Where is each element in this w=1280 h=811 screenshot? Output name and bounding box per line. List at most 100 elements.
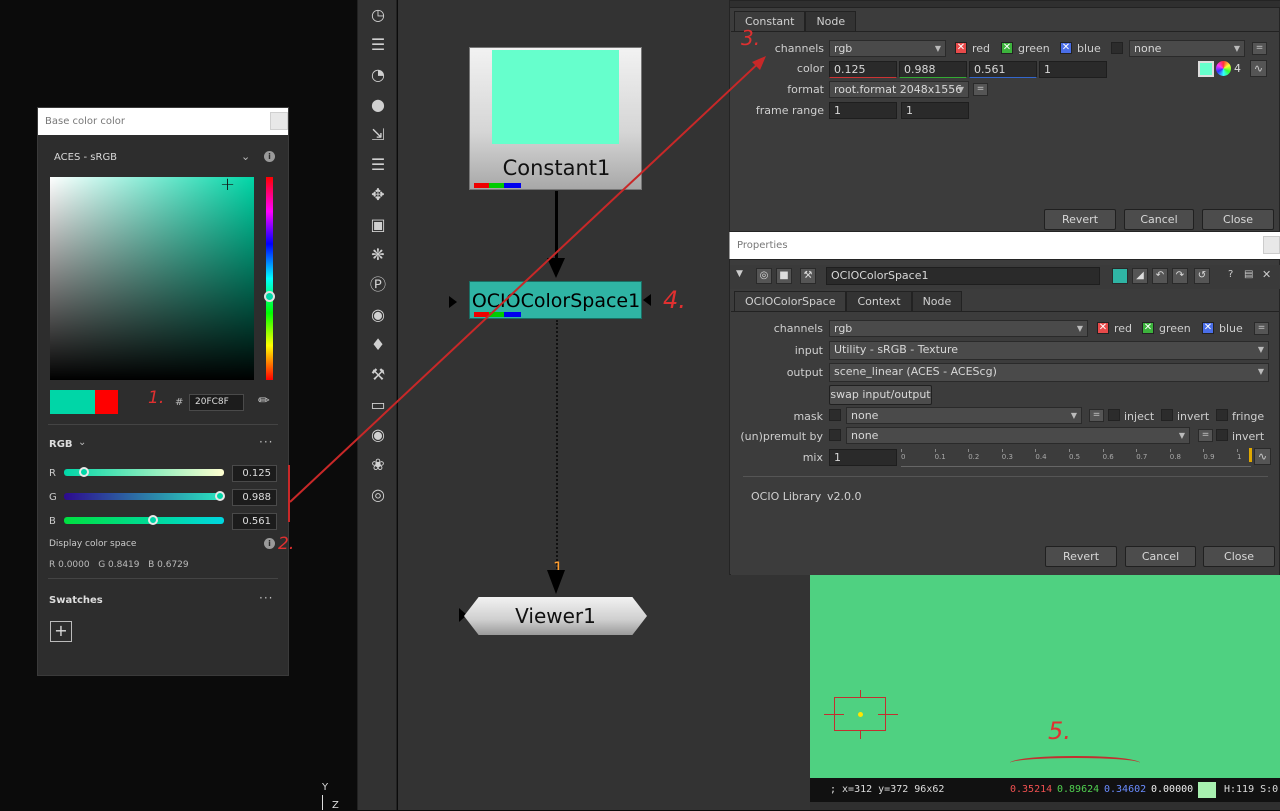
color-r-input[interactable]: 0.125 [829, 61, 897, 78]
picker-crosshair-icon[interactable]: + [220, 174, 235, 195]
color-wheel-icon[interactable]: ◔ [358, 60, 398, 90]
invert-unpremult-checkbox[interactable] [1216, 429, 1228, 441]
info-icon[interactable]: i [264, 538, 275, 549]
collapse-triangle-icon[interactable]: ▼ [736, 269, 743, 279]
plugin-icon[interactable]: ❀ [358, 450, 398, 480]
reset-icon[interactable]: ↺ [1194, 268, 1210, 284]
font-color-icon[interactable]: ◢ [1132, 268, 1148, 284]
alpha-checkbox[interactable] [1111, 42, 1123, 54]
layers-menu-icon[interactable]: ☰ [358, 30, 398, 60]
stack-icon[interactable]: ☰ [358, 150, 398, 180]
blue-checkbox[interactable]: ✕ [1060, 42, 1072, 54]
particles-icon[interactable]: ❋ [358, 240, 398, 270]
link-button[interactable]: = [1252, 42, 1267, 55]
link-button[interactable]: = [1254, 322, 1269, 335]
swap-input-output-button[interactable]: swap input/output [829, 385, 932, 405]
tab-node[interactable]: Node [911, 291, 963, 311]
red-checkbox[interactable]: ✕ [955, 42, 967, 54]
green-checkbox[interactable]: ✕ [1001, 42, 1013, 54]
tab-node[interactable]: Node [805, 11, 857, 31]
tab-ociocolorspace[interactable]: OCIOColorSpace [734, 291, 847, 311]
channels-dropdown[interactable]: rgb ▼ [829, 40, 946, 57]
inject-checkbox[interactable] [1108, 409, 1120, 421]
properties-close-button[interactable] [1263, 236, 1280, 254]
hex-input[interactable]: 20FC8F [189, 394, 244, 411]
alpha-dropdown[interactable]: none ▼ [1129, 40, 1245, 57]
saturation-value-area[interactable] [50, 177, 254, 380]
output-dropdown[interactable]: scene_linear (ACES - ACEScg) ▼ [829, 363, 1269, 382]
colorspace-select[interactable]: ACES - sRGB [54, 152, 117, 163]
hue-slider-handle[interactable] [264, 291, 275, 302]
unpremult-link-button[interactable]: = [1198, 429, 1213, 442]
animation-curve-icon[interactable]: ∿ [1250, 60, 1267, 77]
green-checkbox[interactable]: ✕ [1142, 322, 1154, 334]
tile-color-icon[interactable] [1112, 268, 1128, 284]
other-icon[interactable]: ◎ [358, 480, 398, 510]
green-slider[interactable] [64, 493, 224, 500]
green-slider-handle[interactable] [215, 491, 225, 501]
clock-icon[interactable]: ◷ [358, 0, 398, 30]
format-dropdown[interactable]: root.format 2048x1556 ▼ [829, 81, 969, 98]
node-name-input[interactable]: OCIOColorSpace1 [826, 267, 1100, 285]
mix-slider-handle[interactable] [1249, 448, 1252, 462]
add-swatch-button[interactable]: + [50, 621, 72, 642]
blue-value-input[interactable]: 0.561 [232, 513, 277, 530]
color-wheel-icon[interactable] [1216, 61, 1231, 76]
constant-node[interactable]: Constant1 [469, 47, 642, 190]
input-dropdown[interactable]: Utility - sRGB - Texture ▼ [829, 341, 1269, 360]
channels-dropdown[interactable]: rgb ▼ [829, 320, 1088, 337]
wrench-icon[interactable]: ⚒ [800, 268, 816, 284]
hue-slider[interactable] [266, 177, 273, 380]
float-window-icon[interactable]: ▤ [1244, 269, 1253, 280]
close-button[interactable]: Close [1203, 546, 1275, 567]
cube-icon[interactable]: ▣ [358, 210, 398, 240]
filter-icon[interactable]: ⇲ [358, 120, 398, 150]
invert-mask-checkbox[interactable] [1161, 409, 1173, 421]
camera-icon[interactable]: ■ [776, 268, 792, 284]
eye-icon[interactable]: ◉ [358, 300, 398, 330]
more-options-icon[interactable]: ··· [259, 591, 273, 605]
chevron-down-icon[interactable]: ⌄ [241, 150, 250, 163]
red-value-input[interactable]: 0.125 [232, 465, 277, 482]
center-node-icon[interactable]: ◎ [756, 268, 772, 284]
node-connection[interactable] [555, 191, 558, 263]
red-slider-handle[interactable] [79, 467, 89, 477]
chevron-down-icon[interactable]: ⌄ [78, 437, 86, 448]
color-a-input[interactable]: 1 [1039, 61, 1107, 78]
fringe-checkbox[interactable] [1216, 409, 1228, 421]
cancel-button[interactable]: Cancel [1125, 546, 1196, 567]
channel-count[interactable]: 4 [1234, 62, 1241, 75]
close-icon[interactable]: ✕ [1262, 268, 1271, 281]
previous-color-swatch[interactable] [95, 390, 118, 414]
mix-input[interactable]: 1 [829, 449, 897, 466]
help-icon[interactable]: ? [1228, 269, 1233, 280]
deep-icon[interactable]: Ⓟ [358, 270, 398, 300]
blue-slider[interactable] [64, 517, 224, 524]
more-options-icon[interactable]: ··· [259, 435, 273, 449]
frame-range-start-input[interactable]: 1 [829, 102, 897, 119]
revert-button[interactable]: Revert [1045, 546, 1117, 567]
color-b-input[interactable]: 0.561 [969, 61, 1037, 78]
wrench-icon[interactable]: ⚒ [358, 360, 398, 390]
folder-icon[interactable]: ▭ [358, 390, 398, 420]
circle-icon[interactable]: ● [358, 90, 398, 120]
viewer-node[interactable]: Viewer1 [464, 597, 647, 635]
node-connection[interactable] [556, 320, 558, 572]
animation-curve-icon[interactable]: ∿ [1254, 448, 1271, 465]
unpremult-checkbox[interactable] [829, 429, 841, 441]
viewer-canvas[interactable]: 5. [810, 575, 1280, 778]
eyedropper-icon[interactable]: ✏ [258, 393, 270, 409]
tab-context[interactable]: Context [846, 291, 912, 311]
revert-button[interactable]: Revert [1044, 209, 1116, 230]
green-value-input[interactable]: 0.988 [232, 489, 277, 506]
format-link-button[interactable]: = [973, 83, 988, 96]
red-checkbox[interactable]: ✕ [1097, 322, 1109, 334]
ocio-colorspace-node[interactable]: OCIOColorSpace1 [469, 281, 642, 319]
color-g-input[interactable]: 0.988 [899, 61, 967, 78]
undo-icon[interactable]: ↶ [1152, 268, 1168, 284]
color-model-select[interactable]: RGB [49, 439, 73, 450]
tag-icon[interactable]: ♦ [358, 330, 398, 360]
mask-input-arrow-icon[interactable] [643, 294, 651, 306]
mask-dropdown[interactable]: none ▼ [846, 407, 1082, 424]
blue-slider-handle[interactable] [148, 515, 158, 525]
